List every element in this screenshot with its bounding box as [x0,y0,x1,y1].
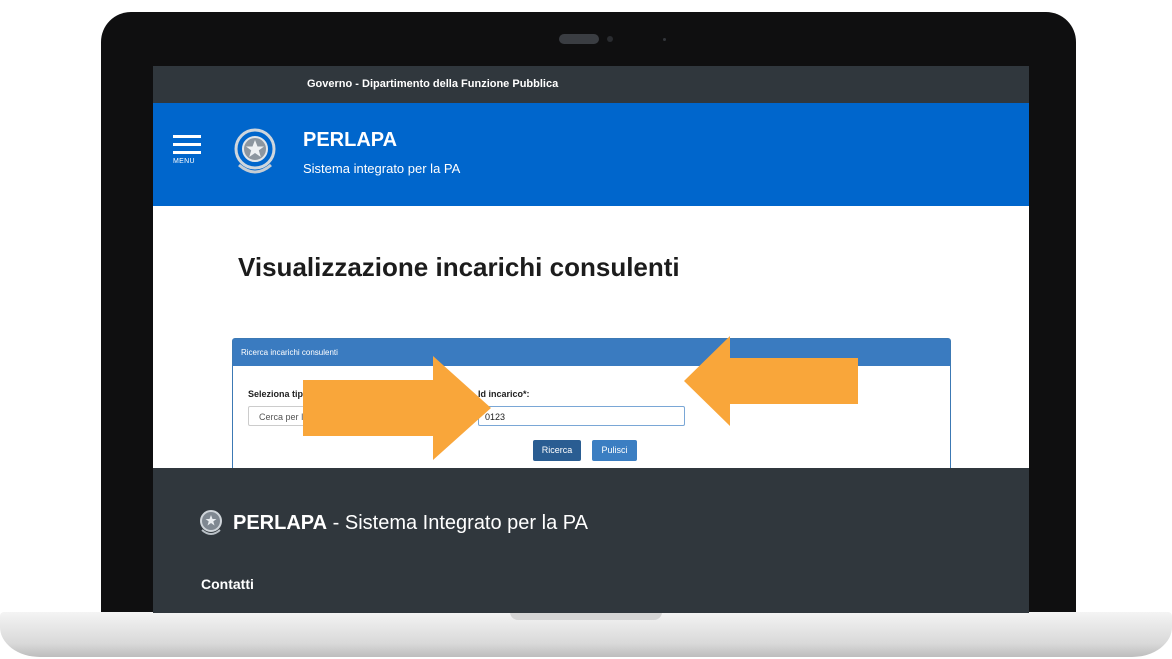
laptop-notch [510,612,662,620]
browser-screen: Governo - Dipartimento della Funzione Pu… [153,66,1029,613]
search-button[interactable]: Ricerca [533,440,581,461]
brand-title: PERLAPA [303,129,398,151]
menu-bar [173,151,201,154]
footer-brand: PERLAPA - Sistema Integrato per la PA [233,512,588,535]
brand-block[interactable]: PERLAPA Sistema integrato per la PA [303,129,460,176]
site-footer: PERLAPA - Sistema Integrato per la PA Co… [153,468,1029,613]
republic-emblem-icon [200,510,222,535]
topbar-dipartimento: - Dipartimento della Funzione Pubblica [355,78,559,90]
menu-label: MENU [173,158,195,165]
menu-bar [173,135,201,138]
camera-sensor [663,38,666,41]
brand-subtitle: Sistema integrato per la PA [303,161,461,176]
camera-icon [559,34,599,44]
laptop-base [0,612,1172,657]
main-content: Visualizzazione incarichi consulenti Ric… [153,206,1029,474]
arrow-right-icon [303,356,491,460]
footer-brand-rest: - Sistema Integrato per la PA [327,512,588,534]
republic-emblem-icon [234,128,276,174]
clear-button[interactable]: Pulisci [592,440,637,461]
topbar-governo-link[interactable]: Governo [307,78,352,90]
site-header: MENU PERLAPA Sistema integrato per la PA [153,103,1029,206]
footer-contacts-heading: Contatti [201,576,254,592]
hamburger-menu-icon[interactable]: MENU [173,135,201,165]
id-incarico-input[interactable]: 0123 [478,406,685,426]
menu-bar [173,143,201,146]
government-topbar: Governo - Dipartimento della Funzione Pu… [153,66,1029,103]
footer-brand-bold: PERLAPA [233,512,328,534]
arrow-left-icon [684,336,858,426]
page-title: Visualizzazione incarichi consulenti [238,252,680,282]
camera-lens [607,36,613,42]
